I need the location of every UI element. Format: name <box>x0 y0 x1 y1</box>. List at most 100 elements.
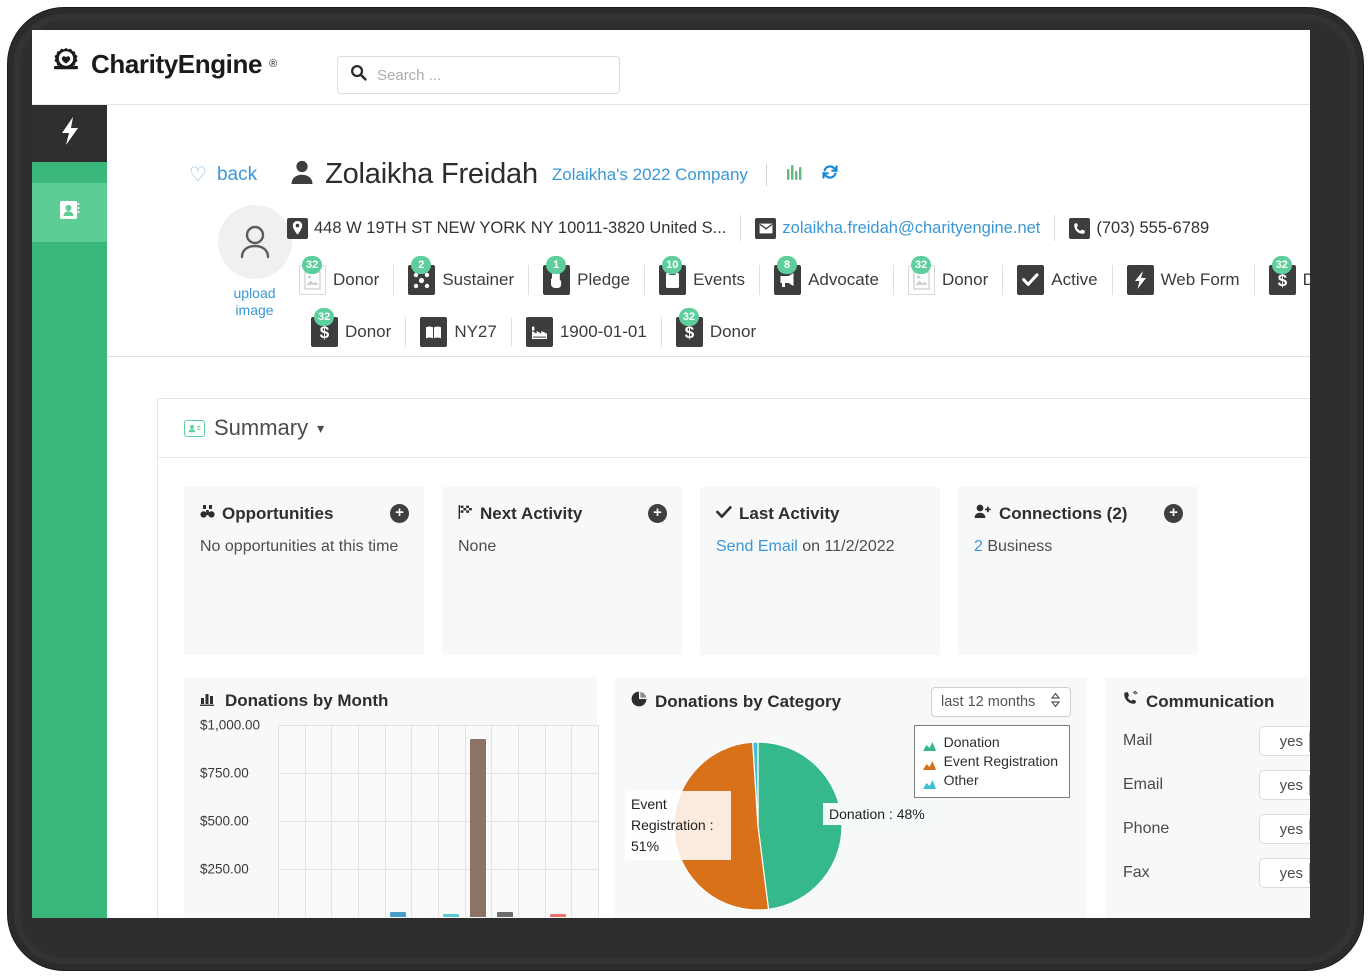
search-input[interactable] <box>377 66 607 84</box>
summary-card-body: No opportunities at this time <box>200 538 399 555</box>
area-chart-icon <box>922 737 936 751</box>
bar[interactable] <box>390 912 406 917</box>
contact-tag[interactable]: 2 Sustainer <box>394 256 530 295</box>
summary-panel: Summary ▾ Opportunities No opportunities … <box>157 398 1310 918</box>
summary-card-title: Last Activity <box>716 504 924 524</box>
refresh-icon[interactable] <box>820 162 840 187</box>
communication-rows: Mail yes Email yes Phone yes Fax yes <box>1123 726 1310 888</box>
legend-item[interactable]: Donation <box>922 733 1058 752</box>
bar[interactable] <box>417 831 433 917</box>
contact-tag[interactable]: Web Form <box>1113 265 1255 295</box>
gridline-vertical <box>331 725 332 917</box>
contact-tag[interactable]: 10 Events <box>645 256 761 295</box>
tag-label: Web Form <box>1160 270 1240 289</box>
contact-tag[interactable]: 8 Advocate <box>760 256 894 295</box>
pie-chart: Event Registration : 51% Donation : 48% <box>625 741 931 911</box>
tag-label: Advocate <box>808 270 879 289</box>
brand-logo[interactable]: CharityEngine ® <box>48 46 277 82</box>
summary-card-title-text: Last Activity <box>739 504 840 523</box>
bar[interactable] <box>550 914 566 917</box>
pie-slice[interactable] <box>757 741 843 911</box>
chevron-down-icon[interactable]: ▾ <box>317 420 324 437</box>
summary-card-body: None <box>458 538 497 555</box>
contact-tag[interactable]: Active <box>1003 265 1113 295</box>
phone-icon <box>1069 217 1091 239</box>
left-nav-rail <box>32 105 107 918</box>
flag-icon <box>458 504 473 524</box>
check-icon <box>716 504 732 524</box>
tag-label: 1900-01-01 <box>559 322 647 341</box>
communication-row: Fax yes <box>1123 858 1310 888</box>
gridline-vertical <box>385 725 386 917</box>
summary-title: Summary <box>214 415 309 440</box>
add-button[interactable]: + <box>390 504 409 523</box>
lightning-icon <box>1126 265 1154 295</box>
contact-tag[interactable]: 32 Donor <box>285 256 395 295</box>
summary-card-link[interactable]: Send Email <box>716 538 798 555</box>
contact-tag[interactable]: $32Donor <box>297 308 407 347</box>
check-icon <box>1309 728 1310 754</box>
divider <box>740 215 742 241</box>
summary-card-link[interactable]: 2 <box>974 538 983 555</box>
communication-toggle-value: yes <box>1279 732 1303 750</box>
summary-header[interactable]: Summary ▾ <box>158 399 1310 458</box>
legend-item[interactable]: Event Registration <box>922 752 1058 771</box>
lightning-icon <box>60 117 80 150</box>
add-button[interactable]: + <box>1164 504 1183 523</box>
contact-full-name: Zolaikha Freidah <box>325 158 538 190</box>
contact-company-link[interactable]: Zolaikha's 2022 Company <box>552 165 748 185</box>
factory-icon <box>525 317 553 347</box>
brand-name: CharityEngine <box>91 48 263 79</box>
contact-tag[interactable]: 1900-01-01 <box>512 317 662 347</box>
add-button[interactable]: + <box>648 504 667 523</box>
check-icon <box>1309 860 1310 886</box>
summary-card: Connections (2) 2 Business + <box>958 487 1198 655</box>
communication-label: Fax <box>1123 864 1150 881</box>
person-icon <box>289 159 315 191</box>
divider <box>1054 215 1056 241</box>
tag-count-badge: 2 <box>411 256 432 274</box>
y-axis-tick-label: $750.00 <box>200 765 249 781</box>
category-range-select[interactable]: last 12 months <box>931 687 1071 717</box>
contact-tag[interactable]: 1 Pledge <box>529 256 646 295</box>
gridline-vertical <box>545 725 546 917</box>
rail-item-quick-actions[interactable] <box>32 105 107 162</box>
communication-toggle[interactable]: yes <box>1259 814 1310 844</box>
bar-chart-icon <box>200 691 217 711</box>
contact-tag[interactable]: 32 Donor <box>894 256 1004 295</box>
summary-card-body-text: Business <box>982 538 1053 555</box>
communication-toggle[interactable]: yes <box>1259 770 1310 800</box>
communication-title: Communication <box>1146 691 1275 711</box>
gridline-vertical <box>518 725 519 917</box>
rail-item-contacts[interactable] <box>32 183 107 242</box>
back-link[interactable]: back <box>217 164 257 186</box>
contact-header: ♡ back Zolaikha Freidah Zolaikha's 2022 … <box>107 105 1310 357</box>
contact-tag[interactable]: $32Donor <box>662 308 770 347</box>
communication-row: Email yes <box>1123 770 1310 800</box>
bar[interactable] <box>443 914 459 917</box>
summary-card-title-text: Next Activity <box>480 504 583 523</box>
spark-chart-icon[interactable] <box>785 163 804 187</box>
gridline-vertical <box>491 725 492 917</box>
heart-icon[interactable]: ♡ <box>189 162 207 187</box>
envelope-icon <box>755 217 777 239</box>
contact-tag[interactable]: NY27 <box>406 317 512 347</box>
legend-label: Donation <box>943 734 1000 750</box>
communication-toggle[interactable]: yes <box>1259 858 1310 888</box>
book-icon <box>420 317 448 347</box>
gridline-vertical <box>598 725 599 917</box>
contact-tag[interactable]: $32Donor <box>1255 256 1310 295</box>
contact-address: 448 W 19TH ST NEW YORK NY 10011-3820 Uni… <box>287 217 726 239</box>
search-box[interactable] <box>337 56 620 94</box>
y-axis-tick-label: $1,000.00 <box>200 717 261 733</box>
bar[interactable] <box>497 912 513 917</box>
summary-card-body: Send Email on 11/2/2022 <box>716 538 924 556</box>
upload-image-label-line2[interactable]: image <box>202 302 307 319</box>
phone-text: (703) 555-6789 <box>1096 218 1210 237</box>
stepper-updown-icon[interactable] <box>1050 692 1061 712</box>
email-link[interactable]: zolaikha.freidah@charityengine.net <box>782 219 1040 238</box>
communication-toggle[interactable]: yes <box>1259 726 1310 756</box>
legend-item[interactable]: Other <box>922 771 1058 790</box>
pie-legend: Donation Event Registration Other <box>913 725 1070 798</box>
bar[interactable] <box>470 739 486 917</box>
